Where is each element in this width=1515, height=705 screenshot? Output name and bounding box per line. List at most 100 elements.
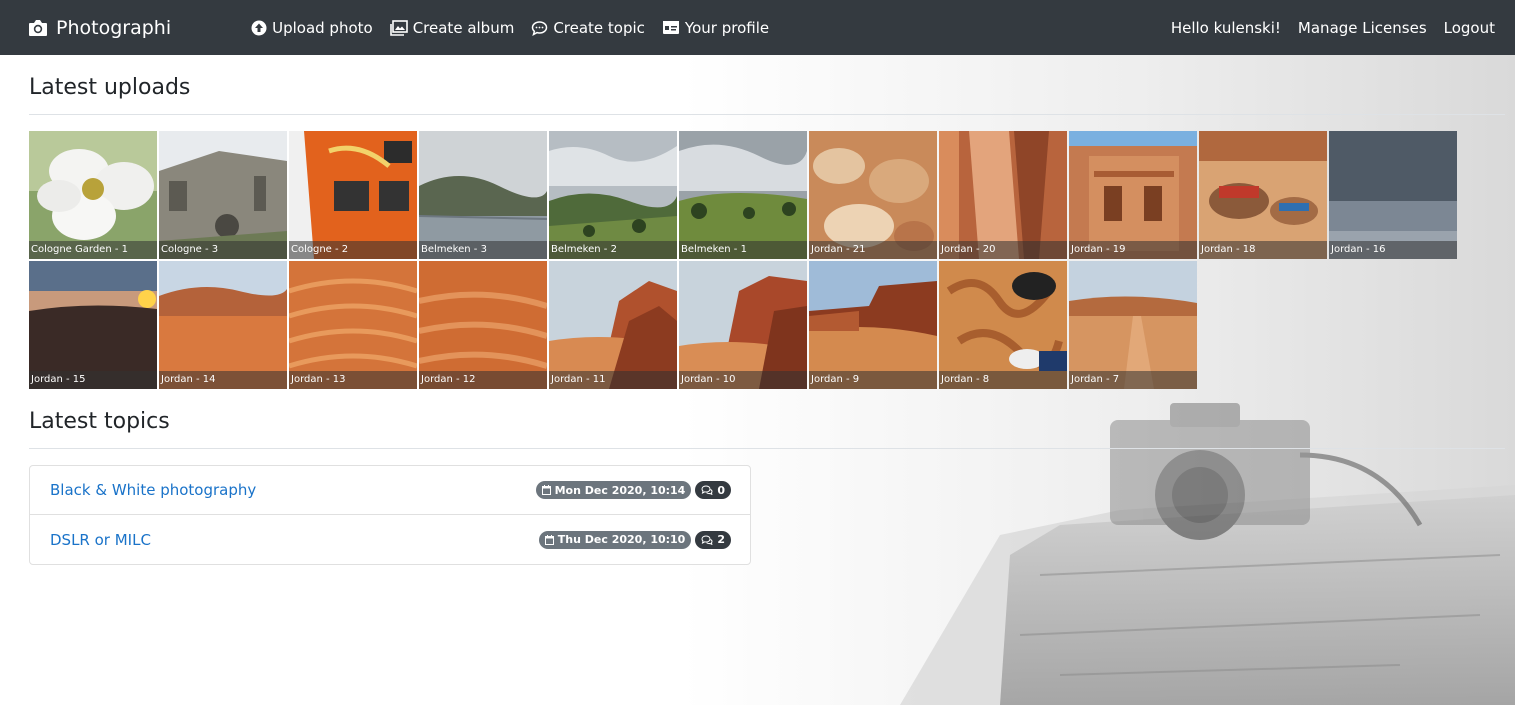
photo-image (679, 131, 807, 259)
nav-create-album-label: Create album (412, 18, 515, 37)
photo-caption: Belmeken - 1 (679, 241, 807, 259)
photo-caption: Jordan - 11 (549, 371, 677, 389)
photo-caption: Jordan - 13 (289, 371, 417, 389)
topic-title-link[interactable]: DSLR or MILC (50, 531, 151, 549)
photo-thumbnail[interactable]: Belmeken - 1 (679, 131, 807, 259)
photo-thumbnail[interactable]: Jordan - 19 (1069, 131, 1197, 259)
photo-thumbnail[interactable]: Jordan - 7 (1069, 261, 1197, 389)
photo-caption: Belmeken - 2 (549, 241, 677, 259)
photo-caption: Cologne - 3 (159, 241, 287, 259)
brand-label: Photographi (56, 16, 172, 39)
photo-image (939, 131, 1067, 259)
user-greeting[interactable]: Hello kulenski! (1171, 19, 1281, 37)
topic-date-text: Thu Dec 2020, 10:10 (557, 533, 686, 546)
brand[interactable]: Photographi (28, 17, 171, 39)
nav-create-topic[interactable]: Create topic (531, 19, 645, 37)
latest-uploads-heading: Latest uploads (29, 55, 1505, 115)
photo-thumbnail[interactable]: Belmeken - 3 (419, 131, 547, 259)
photo-thumbnail[interactable]: Jordan - 14 (159, 261, 287, 389)
main-content: Latest uploads Cologne Garden - 1 Cologne… (0, 55, 1515, 565)
topic-date-text: Mon Dec 2020, 10:14 (554, 483, 686, 497)
photo-image (29, 131, 157, 259)
id-card-icon (662, 20, 680, 35)
photo-caption: Jordan - 14 (159, 371, 287, 389)
topic-date-badge: Thu Dec 2020, 10:10 (538, 530, 692, 549)
photo-caption: Jordan - 8 (939, 371, 1067, 389)
photo-thumbnail[interactable]: Jordan - 11 (549, 261, 677, 389)
latest-topics-heading: Latest topics (29, 389, 1505, 449)
photo-image (159, 131, 287, 259)
photo-image (1069, 131, 1197, 259)
photo-image (549, 261, 677, 389)
photo-thumbnail[interactable]: Jordan - 12 (419, 261, 547, 389)
photo-thumbnail[interactable]: Jordan - 20 (939, 131, 1067, 259)
calendar-icon (544, 534, 554, 545)
topic-comments-badge: 0 (695, 481, 731, 499)
photo-thumbnail[interactable]: Jordan - 10 (679, 261, 807, 389)
photo-image (549, 131, 677, 259)
photo-image (809, 131, 937, 259)
photo-image (809, 261, 937, 389)
comments-icon (701, 485, 713, 495)
photo-thumbnail[interactable]: Jordan - 15 (29, 261, 157, 389)
photo-image (419, 131, 547, 259)
photo-image (1329, 131, 1457, 259)
photo-thumbnail[interactable]: Cologne - 2 (289, 131, 417, 259)
topic-comments-count: 2 (717, 533, 725, 546)
photo-caption: Belmeken - 3 (419, 241, 547, 259)
photo-thumbnail[interactable]: Belmeken - 2 (549, 131, 677, 259)
nav-your-profile[interactable]: Your profile (662, 19, 769, 37)
photo-image (289, 261, 417, 389)
logout-link[interactable]: Logout (1444, 19, 1495, 37)
camera-icon (28, 19, 48, 37)
photo-image (29, 261, 157, 389)
photo-caption: Jordan - 15 (29, 371, 157, 389)
images-icon (389, 19, 408, 36)
photo-thumbnail[interactable]: Cologne Garden - 1 (29, 131, 157, 259)
comments-icon (701, 534, 713, 545)
photo-image (679, 261, 807, 389)
topic-date-badge: Mon Dec 2020, 10:14 (535, 481, 692, 499)
photo-caption: Jordan - 7 (1069, 371, 1197, 389)
photo-image (159, 261, 287, 389)
nav-upload-photo[interactable]: Upload photo (251, 19, 373, 37)
photo-image (419, 261, 547, 389)
upload-icon (251, 20, 267, 36)
top-navbar: Photographi Upload photo Create album Cr… (0, 0, 1515, 55)
photo-thumbnail[interactable]: Jordan - 21 (809, 131, 937, 259)
photo-caption: Jordan - 12 (419, 371, 547, 389)
topic-comments-badge: 2 (695, 530, 731, 549)
photo-caption: Cologne - 2 (289, 241, 417, 259)
manage-licenses-link[interactable]: Manage Licenses (1298, 19, 1427, 37)
photo-caption: Jordan - 9 (809, 371, 937, 389)
photo-thumbnail[interactable]: Jordan - 16 (1329, 131, 1457, 259)
photo-thumbnail[interactable]: Jordan - 18 (1199, 131, 1327, 259)
nav-create-album[interactable]: Create album (389, 18, 515, 37)
topic-item: Black & White photography Mon Dec 2020, … (30, 466, 750, 515)
topic-list: Black & White photography Mon Dec 2020, … (29, 465, 751, 565)
photo-caption: Jordan - 10 (679, 371, 807, 389)
photo-caption: Jordan - 18 (1199, 241, 1327, 259)
photo-image (1199, 131, 1327, 259)
photo-caption: Jordan - 16 (1329, 241, 1457, 259)
photo-caption: Jordan - 19 (1069, 241, 1197, 259)
photo-thumbnail[interactable]: Jordan - 9 (809, 261, 937, 389)
photo-image (289, 131, 417, 259)
nav-upload-photo-label: Upload photo (272, 18, 373, 37)
photo-grid: Cologne Garden - 1 Cologne - 3 Cologne - 2… (29, 131, 1469, 389)
topic-comments-count: 0 (717, 483, 725, 497)
topic-item: DSLR or MILC Thu Dec 2020, 10:10 2 (30, 515, 750, 564)
nav-create-topic-label: Create topic (553, 18, 645, 37)
photo-thumbnail[interactable]: Jordan - 8 (939, 261, 1067, 389)
topic-title-link[interactable]: Black & White photography (50, 481, 256, 499)
calendar-icon (541, 485, 551, 495)
photo-thumbnail[interactable]: Jordan - 13 (289, 261, 417, 389)
photo-caption: Jordan - 20 (939, 241, 1067, 259)
photo-image (1069, 261, 1197, 389)
photo-caption: Cologne Garden - 1 (29, 241, 157, 259)
photo-caption: Jordan - 21 (809, 241, 937, 259)
photo-image (939, 261, 1067, 389)
nav-your-profile-label: Your profile (684, 18, 770, 37)
chat-icon (531, 20, 548, 36)
photo-thumbnail[interactable]: Cologne - 3 (159, 131, 287, 259)
